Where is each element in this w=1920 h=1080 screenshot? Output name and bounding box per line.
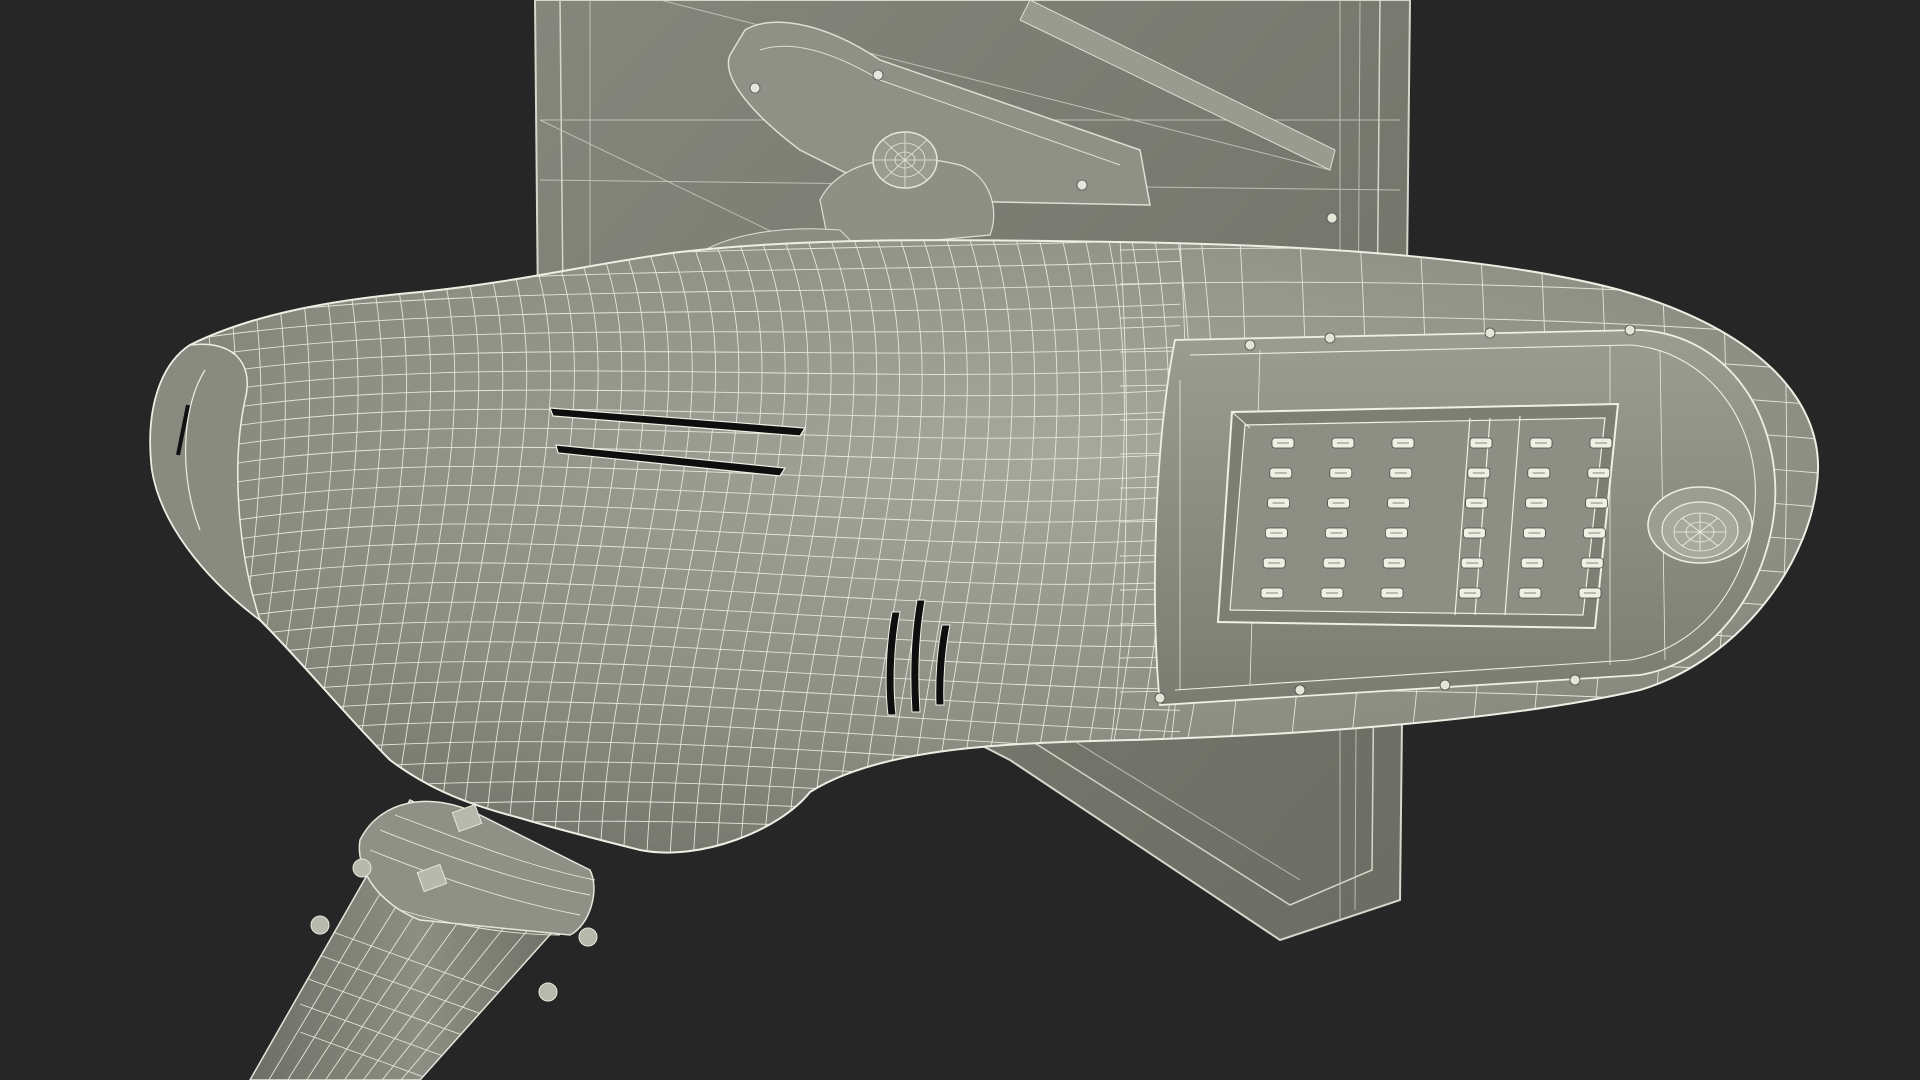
lamp-pole: [249, 799, 598, 1080]
led-housing: [1154, 324, 1777, 706]
render-viewport: [0, 0, 1920, 1080]
light-sensor: [1647, 486, 1753, 564]
lamp-head: [149, 239, 1820, 854]
wireframe-render: [149, 0, 1820, 1080]
